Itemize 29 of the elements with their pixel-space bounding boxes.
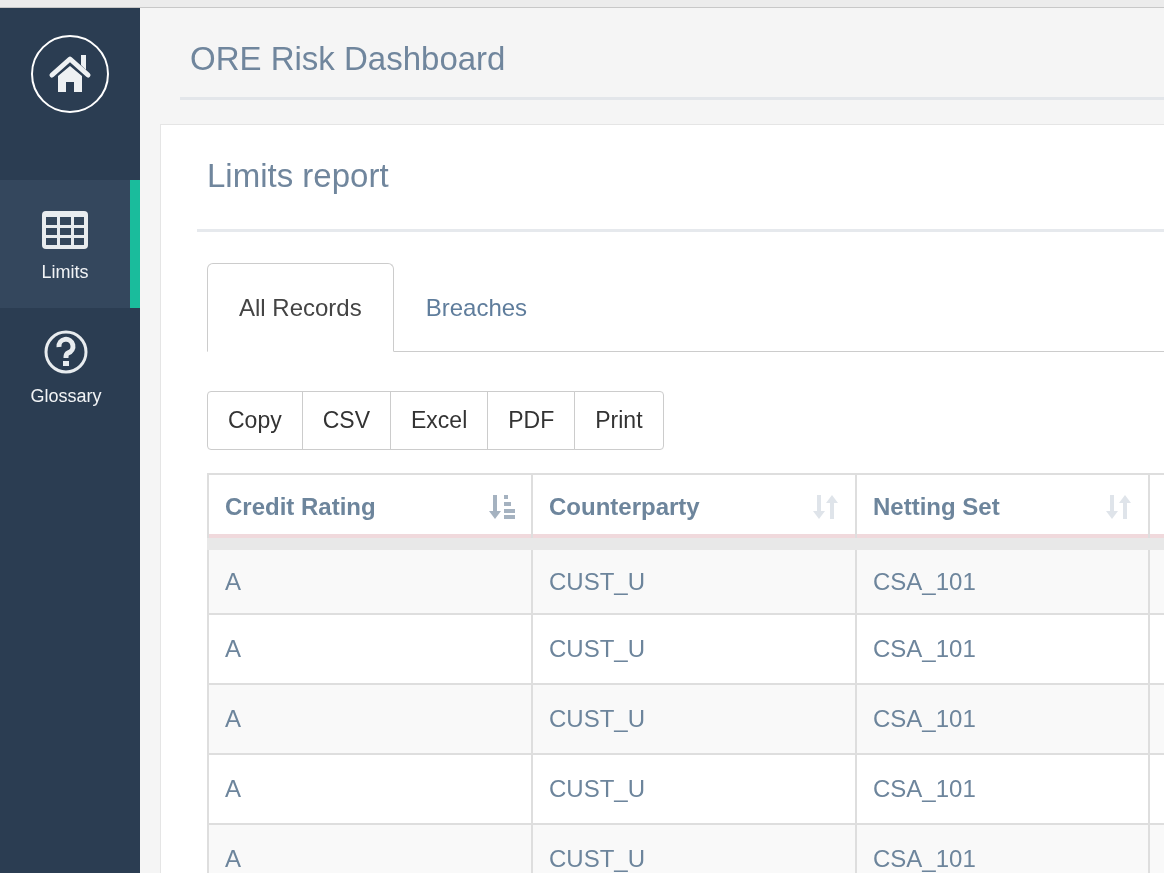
sort-icon bbox=[813, 492, 839, 521]
table-cell: CSA_101 bbox=[856, 754, 1149, 824]
report-title: Limits report bbox=[197, 125, 1164, 232]
table-cell: CUST_U bbox=[532, 824, 856, 873]
tab[interactable]: Breaches bbox=[393, 263, 560, 352]
table-cell: A bbox=[208, 614, 532, 684]
home-icon bbox=[30, 34, 110, 114]
table-cell: A bbox=[208, 824, 532, 873]
table-cell: CSA_101 bbox=[856, 684, 1149, 754]
export-button[interactable]: PDF bbox=[487, 391, 576, 450]
table-cell: A bbox=[208, 684, 532, 754]
export-button[interactable]: CSV bbox=[301, 391, 391, 450]
table-cell: CUST_U bbox=[532, 614, 856, 684]
export-button[interactable]: Copy bbox=[207, 391, 303, 450]
sidebar-item[interactable]: Glossary bbox=[0, 308, 140, 428]
table-cell: CSA_101 bbox=[856, 614, 1149, 684]
sort-ascending-icon bbox=[489, 492, 515, 521]
table-cell: CUST_U bbox=[532, 754, 856, 824]
sidebar-item[interactable]: Limits bbox=[0, 180, 140, 308]
sort-icon bbox=[1106, 492, 1132, 521]
page-title: ORE Risk Dashboard bbox=[190, 39, 506, 78]
table-cell: A bbox=[208, 754, 532, 824]
table-cell: CSA_101 bbox=[856, 824, 1149, 873]
export-button[interactable]: Excel bbox=[390, 391, 489, 450]
export-button[interactable]: Print bbox=[574, 391, 664, 450]
tab[interactable]: All Records bbox=[207, 263, 394, 352]
table-cell: CUST_U bbox=[532, 684, 856, 754]
help-icon bbox=[44, 329, 88, 374]
table-icon bbox=[41, 209, 89, 250]
